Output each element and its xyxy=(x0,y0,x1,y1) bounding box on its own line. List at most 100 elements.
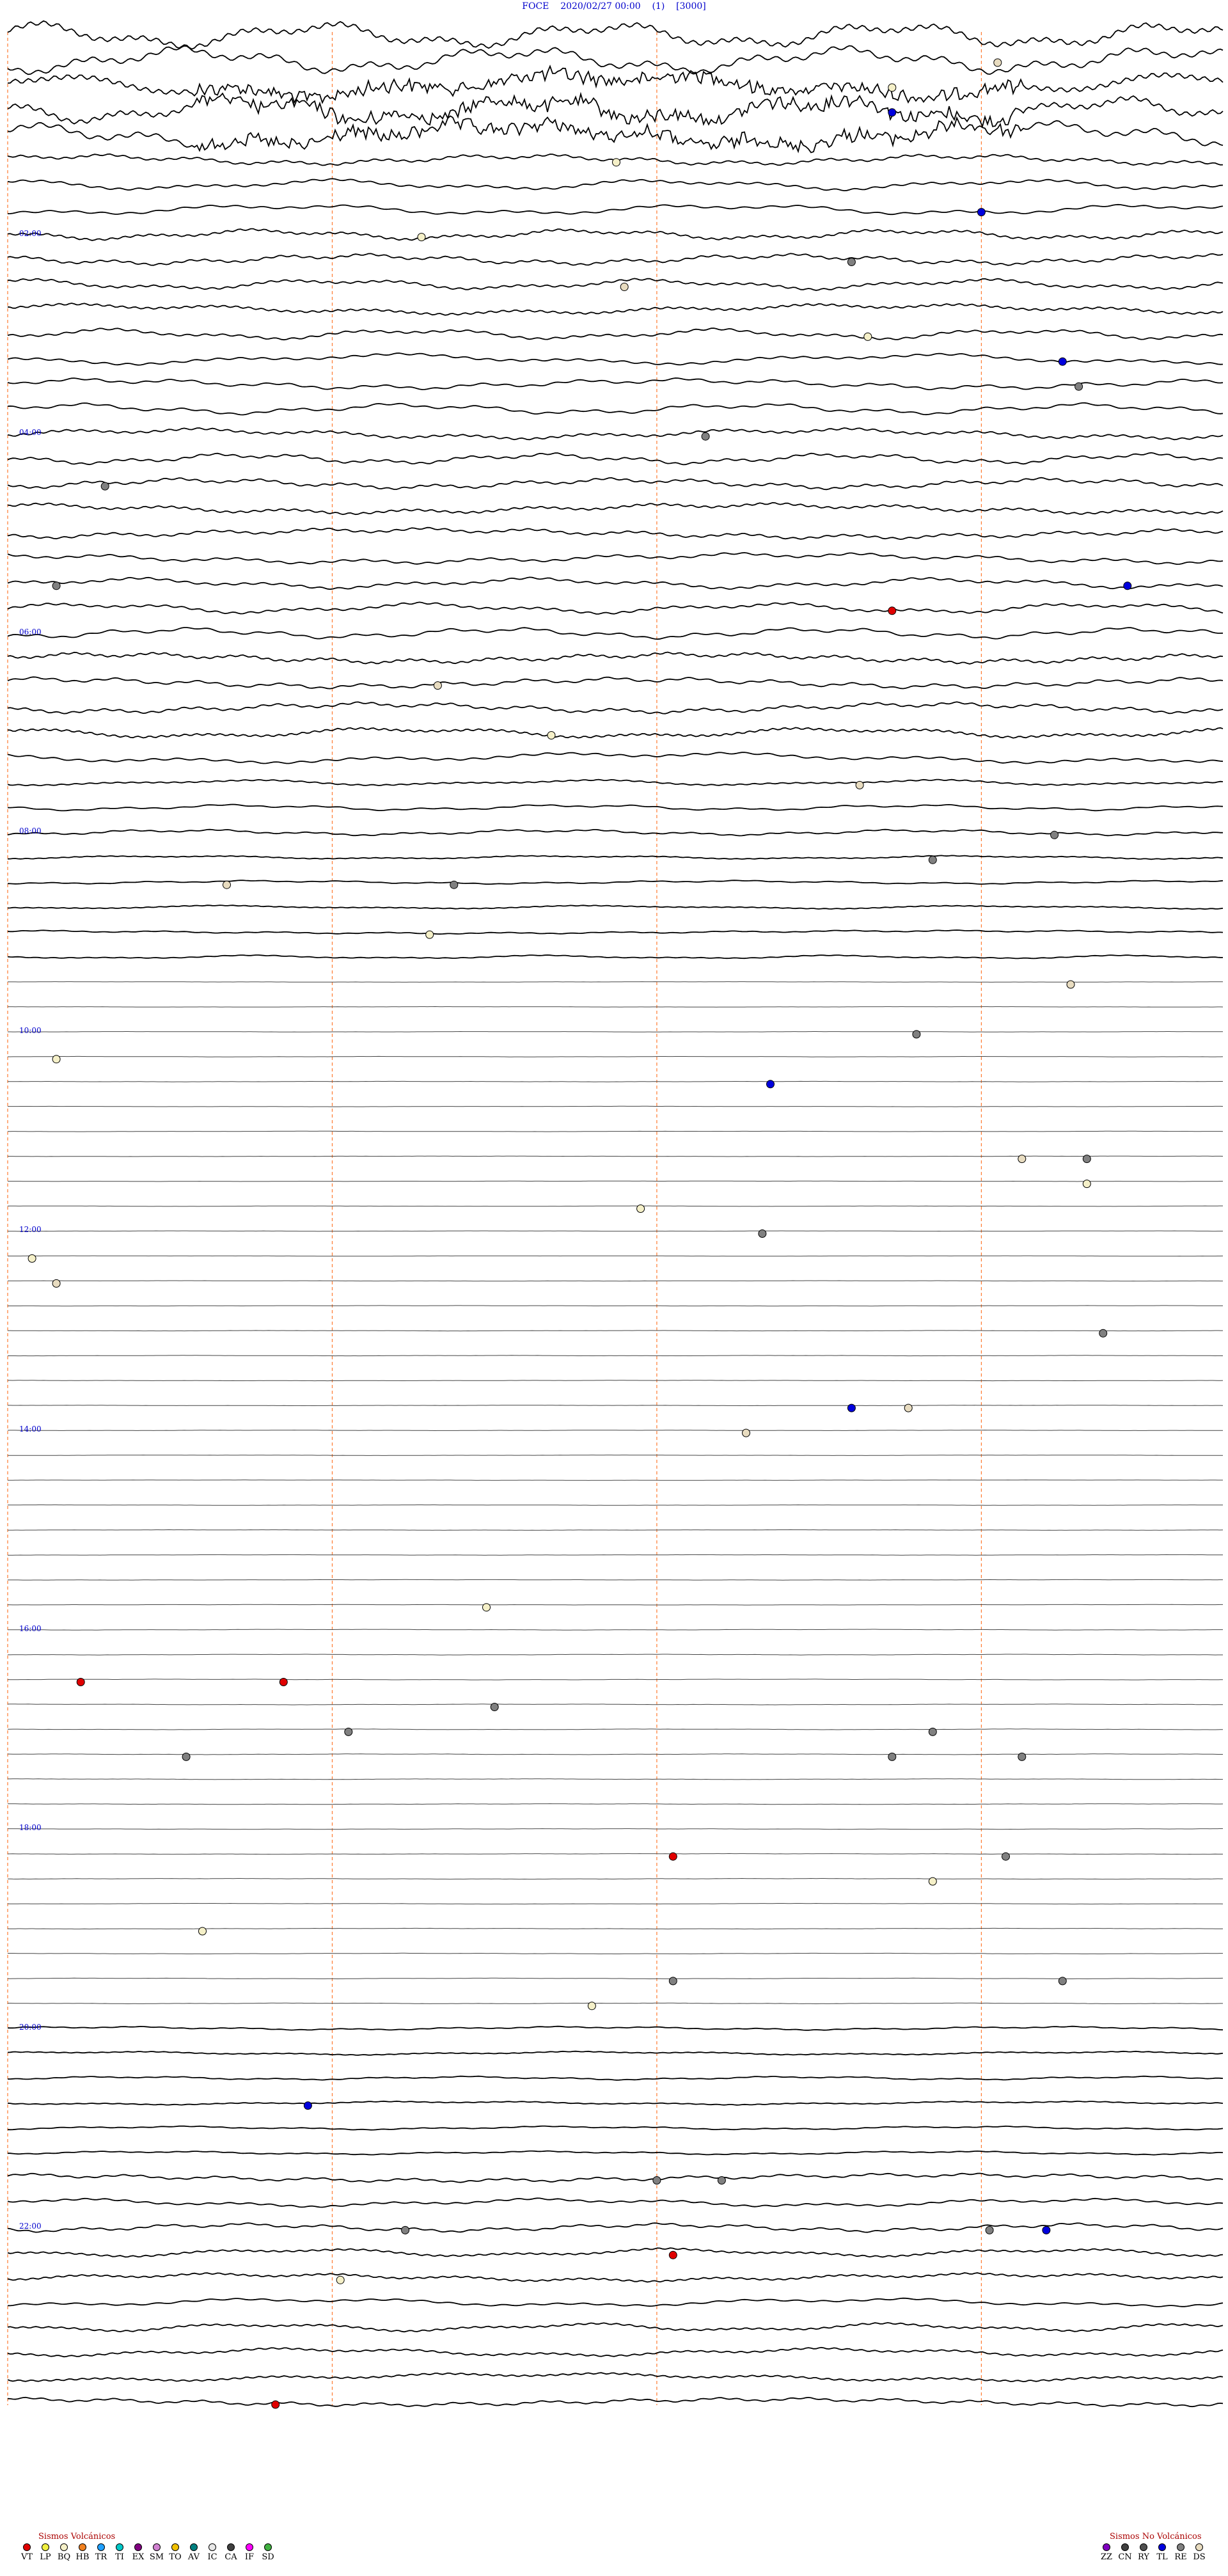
event-marker-tl xyxy=(977,208,986,217)
legend-label: VT xyxy=(20,2552,33,2562)
event-marker-re xyxy=(717,2176,726,2185)
event-marker-re xyxy=(182,1752,191,1761)
trace-row xyxy=(7,727,1224,739)
hour-label: 06:00 xyxy=(19,627,42,636)
event-marker-tl xyxy=(303,2101,312,2110)
trace-row xyxy=(7,1927,1224,1930)
legend-label: LP xyxy=(40,2552,51,2562)
legend-swatch xyxy=(1177,2543,1185,2551)
trace-row xyxy=(7,20,1224,50)
event-marker-re xyxy=(888,1752,897,1761)
event-marker-bq xyxy=(198,1927,207,1936)
event-marker-vt xyxy=(668,1852,677,1861)
trace-row xyxy=(7,477,1224,491)
legend-swatch xyxy=(1158,2543,1166,2551)
trace-row xyxy=(7,452,1224,466)
legend-swatch xyxy=(171,2543,179,2551)
trace-row xyxy=(7,627,1224,640)
trace-row xyxy=(8,1952,1223,1955)
trace-row xyxy=(8,1355,1224,1357)
legend-label: CN xyxy=(1118,2552,1132,2562)
event-marker-bq xyxy=(28,1254,36,1263)
event-marker-bq xyxy=(547,731,556,739)
event-marker-re xyxy=(668,1977,677,1986)
trace-row xyxy=(7,91,1224,129)
hour-label: 10:00 xyxy=(19,1025,42,1035)
legend-swatch xyxy=(42,2543,49,2551)
event-marker-re xyxy=(1018,1752,1027,1761)
event-marker-ds xyxy=(1018,1155,1027,1164)
trace-row xyxy=(8,1479,1223,1481)
legend-swatch xyxy=(209,2543,216,2551)
trace-row xyxy=(7,905,1224,910)
legend-item-lp: LP xyxy=(36,2543,54,2562)
event-marker-ds xyxy=(1066,980,1075,989)
trace-row xyxy=(8,1654,1223,1655)
trace-row xyxy=(7,502,1224,516)
legend-item-vt: VT xyxy=(18,2543,36,2562)
event-marker-re xyxy=(450,880,459,889)
legend-item-cn: CN xyxy=(1116,2543,1134,2562)
trace-row xyxy=(8,1554,1223,1556)
legend-item-sd: SD xyxy=(259,2543,277,2562)
trace-row xyxy=(7,427,1224,441)
event-marker-tl xyxy=(766,1080,775,1089)
trace-row xyxy=(7,115,1224,154)
legend-swatch xyxy=(60,2543,68,2551)
legend-swatch xyxy=(97,2543,105,2551)
trace-row xyxy=(7,880,1224,885)
trace-row xyxy=(7,2346,1224,2358)
trace-row xyxy=(8,1579,1223,1581)
event-marker-tl xyxy=(888,108,897,117)
trace-row xyxy=(7,303,1224,316)
trace-row xyxy=(7,576,1224,590)
legend-label: BQ xyxy=(57,2552,71,2562)
legend-item-ds: DS xyxy=(1190,2543,1208,2562)
event-marker-tl xyxy=(1058,357,1067,366)
legend-swatch xyxy=(246,2543,253,2551)
legend-label: TO xyxy=(169,2552,182,2562)
legend-swatch xyxy=(227,2543,235,2551)
event-marker-re xyxy=(1082,1155,1091,1164)
trace-row xyxy=(7,402,1224,416)
trace-row xyxy=(7,203,1224,216)
event-marker-ds xyxy=(742,1428,750,1437)
trace-row xyxy=(7,929,1224,935)
trace-row xyxy=(7,828,1223,837)
legend-label: TL xyxy=(1156,2552,1168,2562)
trace-row xyxy=(8,1629,1223,1631)
trace-row xyxy=(7,352,1224,366)
legend-item-tl: TL xyxy=(1153,2543,1171,2562)
trace-row xyxy=(8,1778,1223,1780)
hour-label: 08:00 xyxy=(19,826,42,836)
legend-item-ti: TI xyxy=(111,2543,129,2562)
legend-label: TR xyxy=(95,2552,107,2562)
legend-item-ca: CA xyxy=(222,2543,240,2562)
event-marker-tl xyxy=(1042,2225,1051,2234)
event-marker-re xyxy=(928,855,937,864)
event-marker-bq xyxy=(482,1603,491,1612)
event-marker-ds xyxy=(620,283,629,291)
event-marker-vt xyxy=(888,606,897,615)
legend-swatch xyxy=(134,2543,142,2551)
legend-label: RY xyxy=(1138,2552,1149,2562)
trace-row xyxy=(7,1753,1223,1755)
trace-row xyxy=(7,1977,1224,1980)
hour-label: 04:00 xyxy=(19,428,42,438)
trace-row xyxy=(7,2172,1224,2183)
event-marker-re xyxy=(490,1703,499,1711)
event-marker-vt xyxy=(668,2250,677,2259)
legend-item-bq: BQ xyxy=(55,2543,73,2562)
hour-label: 14:00 xyxy=(19,1425,42,1434)
event-marker-ds xyxy=(904,1403,913,1412)
minute-gridlines xyxy=(7,32,982,2405)
event-marker-ds xyxy=(52,1279,61,1288)
trace-row xyxy=(7,1679,1223,1680)
legend-item-hb: HB xyxy=(74,2543,91,2562)
trace-row xyxy=(8,1455,1223,1456)
channel-label: (1) xyxy=(652,1,665,12)
event-marker-bq xyxy=(425,930,434,939)
event-marker-re xyxy=(701,432,710,441)
event-marker-re xyxy=(758,1229,767,1238)
station-label: FOCE xyxy=(522,1,549,12)
